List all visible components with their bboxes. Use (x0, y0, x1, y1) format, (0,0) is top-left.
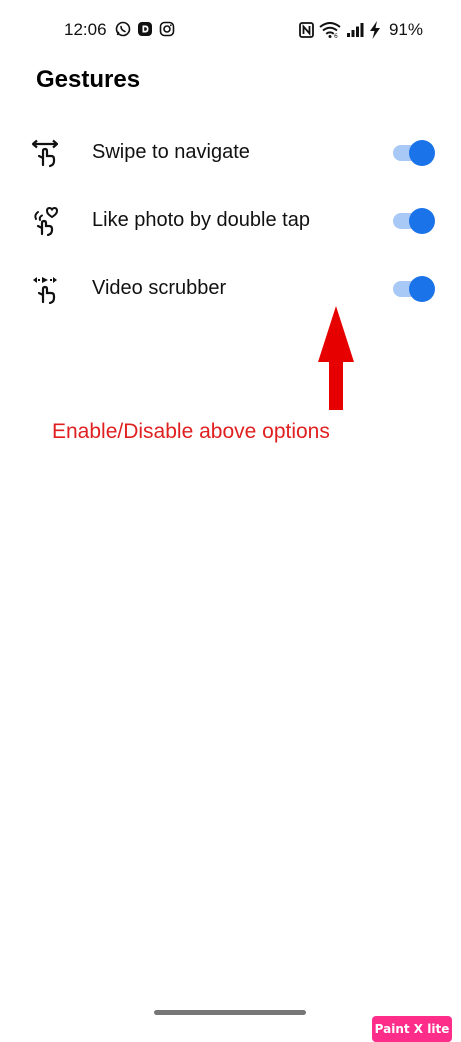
toggle-knob (409, 276, 435, 302)
status-time: 12:06 (64, 20, 107, 39)
status-system-icons: 6 91% (299, 20, 423, 40)
swipe-gesture-icon (30, 138, 60, 168)
signal-icon (346, 22, 364, 38)
setting-label: Video scrubber (92, 277, 227, 299)
status-app-icons (115, 21, 175, 37)
video-scrub-gesture-icon (30, 274, 60, 305)
setting-video-scrubber[interactable]: Video scrubber (0, 254, 461, 322)
nfc-icon (299, 22, 314, 38)
toggle-knob (409, 208, 435, 234)
video-scrubber-toggle[interactable] (393, 275, 437, 303)
battery-percentage: 91% (388, 20, 423, 39)
setting-label: Swipe to navigate (92, 141, 250, 163)
page-title: Gestures (36, 66, 141, 93)
wifi-icon: 6 (319, 22, 341, 38)
swipe-to-navigate-toggle[interactable] (393, 139, 437, 167)
charging-icon (369, 21, 381, 39)
status-bar: 12:06 6 91% (0, 18, 461, 44)
watermark-logo: Paint X lite (372, 1016, 452, 1042)
setting-swipe-to-navigate[interactable]: Swipe to navigate (0, 118, 461, 186)
double-tap-heart-icon (30, 206, 60, 237)
annotation-arrow-icon (318, 306, 354, 410)
navigation-handle[interactable] (154, 1010, 306, 1015)
app-d-icon (137, 21, 153, 37)
setting-like-photo-double-tap[interactable]: Like photo by double tap (0, 186, 461, 254)
settings-list: Swipe to navigate Like photo by double t… (0, 118, 461, 322)
svg-text:6: 6 (334, 33, 338, 38)
instagram-icon (159, 21, 175, 37)
whatsapp-icon (115, 21, 131, 37)
like-photo-double-tap-toggle[interactable] (393, 207, 437, 235)
toggle-knob (409, 140, 435, 166)
setting-label: Like photo by double tap (92, 209, 310, 231)
annotation-text: Enable/Disable above options (52, 420, 330, 443)
